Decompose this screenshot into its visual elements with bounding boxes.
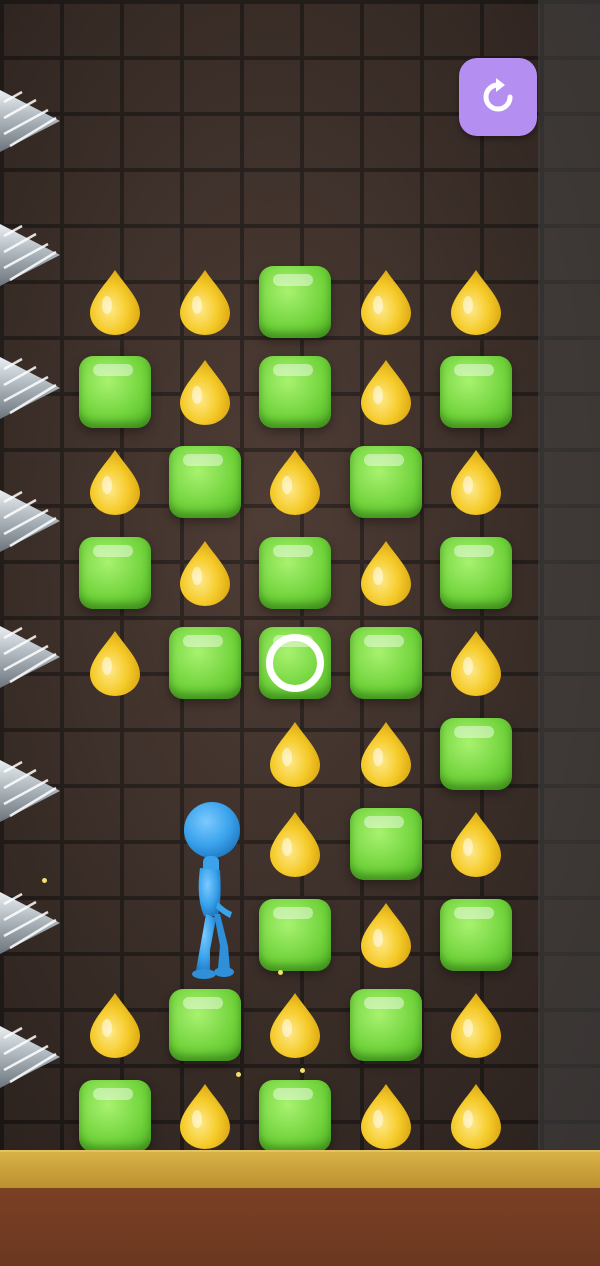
yellow-drop[interactable] — [267, 719, 323, 789]
yellow-drop[interactable] — [358, 357, 414, 427]
green-tile[interactable] — [350, 989, 422, 1061]
green-tile[interactable] — [259, 899, 331, 971]
green-tile[interactable] — [259, 537, 331, 609]
yellow-drop[interactable] — [177, 357, 233, 427]
yellow-drop[interactable] — [267, 447, 323, 517]
green-tile[interactable] — [350, 808, 422, 880]
yellow-drop[interactable] — [177, 1081, 233, 1151]
yellow-drop[interactable] — [448, 267, 504, 337]
yellow-drop[interactable] — [267, 809, 323, 879]
green-tile[interactable] — [259, 1080, 331, 1152]
yellow-drop[interactable] — [448, 628, 504, 698]
yellow-drop[interactable] — [267, 990, 323, 1060]
sparkle — [300, 1068, 305, 1073]
yellow-drop[interactable] — [448, 990, 504, 1060]
grass-ground — [0, 1150, 600, 1190]
yellow-drop[interactable] — [358, 900, 414, 970]
spike-hazard — [0, 1024, 62, 1090]
green-tile[interactable] — [259, 356, 331, 428]
green-tile[interactable] — [79, 537, 151, 609]
yellow-drop[interactable] — [448, 809, 504, 879]
spike-hazard — [0, 88, 62, 154]
yellow-drop[interactable] — [87, 267, 143, 337]
green-tile[interactable] — [440, 718, 512, 790]
spike-hazard — [0, 758, 62, 824]
sparkle — [42, 878, 47, 883]
wall-edge — [538, 0, 600, 1150]
green-tile[interactable] — [79, 356, 151, 428]
restart-button[interactable] — [459, 58, 537, 136]
yellow-drop[interactable] — [177, 538, 233, 608]
green-tile[interactable] — [440, 899, 512, 971]
yellow-drop[interactable] — [358, 719, 414, 789]
yellow-drop[interactable] — [358, 267, 414, 337]
yellow-drop[interactable] — [87, 990, 143, 1060]
green-tile[interactable] — [440, 537, 512, 609]
green-tile[interactable] — [440, 356, 512, 428]
spike-hazard — [0, 890, 62, 956]
target-tile[interactable] — [259, 627, 331, 699]
spike-hazard — [0, 222, 62, 288]
dirt-ground — [0, 1188, 600, 1266]
target-ring-icon — [266, 634, 324, 692]
green-tile[interactable] — [259, 266, 331, 338]
green-tile[interactable] — [169, 627, 241, 699]
yellow-drop[interactable] — [358, 538, 414, 608]
sparkle — [236, 1072, 241, 1077]
green-tile[interactable] — [350, 627, 422, 699]
green-tile[interactable] — [79, 1080, 151, 1152]
yellow-drop[interactable] — [448, 1081, 504, 1151]
spike-hazard — [0, 355, 62, 421]
spike-hazard — [0, 624, 62, 690]
yellow-drop[interactable] — [358, 1081, 414, 1151]
yellow-drop[interactable] — [448, 447, 504, 517]
yellow-drop[interactable] — [177, 267, 233, 337]
green-tile[interactable] — [169, 446, 241, 518]
sparkle — [278, 970, 283, 975]
game-scene — [0, 0, 600, 1266]
yellow-drop[interactable] — [87, 447, 143, 517]
stickman-player — [170, 798, 260, 988]
green-tile[interactable] — [350, 446, 422, 518]
yellow-drop[interactable] — [87, 628, 143, 698]
green-tile[interactable] — [169, 989, 241, 1061]
spike-hazard — [0, 488, 62, 554]
